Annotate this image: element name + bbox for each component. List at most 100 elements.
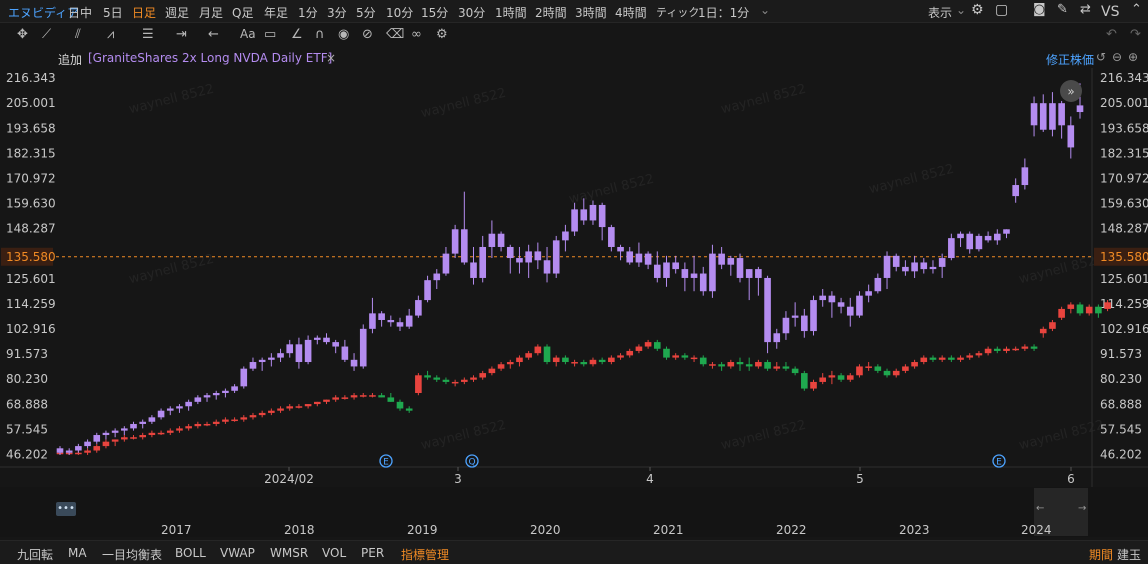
pen-icon[interactable]: ✎ — [1057, 2, 1068, 17]
text-icon[interactable]: Aa — [240, 27, 256, 41]
tf-3hour[interactable]: 3時間 — [575, 4, 607, 21]
add-overlay-button[interactable]: 追加 — [58, 51, 82, 68]
tf-weekly[interactable]: 週足 — [165, 4, 189, 21]
tf-1day-1min[interactable]: 1日：1分 — [698, 4, 749, 21]
tf-3min[interactable]: 3分 — [327, 4, 347, 21]
tf-intraday[interactable]: 日中 — [68, 4, 92, 21]
reset-icon[interactable]: ↺ — [1096, 50, 1106, 64]
tf-tick[interactable]: ティック — [656, 4, 699, 20]
chevron-down-icon[interactable]: ⌄ — [760, 3, 770, 17]
navigator-left-arrow-icon[interactable]: ← — [1036, 503, 1044, 514]
year-label: 2020 — [530, 523, 561, 537]
eye-icon[interactable]: ◉ — [338, 27, 349, 42]
x-tick-label: 5 — [856, 472, 864, 486]
tf-15min[interactable]: 15分 — [421, 4, 448, 21]
nvda-candle-body — [102, 441, 110, 447]
event-marker[interactable]: E — [992, 454, 1006, 468]
chevron-down-icon[interactable]: ⌄ — [956, 3, 966, 17]
fib-icon[interactable]: ☰ — [142, 27, 154, 42]
close-icon[interactable]: × — [326, 51, 336, 65]
navigator-handle[interactable]: ••• — [56, 502, 76, 516]
vs-button[interactable]: VS — [1101, 4, 1119, 20]
nvda-candle-body — [1003, 348, 1010, 351]
tab-open-interest[interactable]: 建玉 — [1117, 546, 1141, 563]
price-chart[interactable]: 216.343 216.343 205.001 205.001 193.658 193.6… — [0, 68, 1148, 487]
tab-vol[interactable]: VOL — [322, 546, 346, 560]
tab-period[interactable]: 期間 — [1089, 546, 1113, 563]
nvda-candle-body — [433, 377, 441, 380]
tf-1hour[interactable]: 1時間 — [495, 4, 527, 21]
adjusted-price-toggle[interactable]: 修正株価 — [1046, 51, 1094, 68]
nvda-candle-body — [1030, 346, 1038, 349]
undo-icon[interactable]: ↶ — [1106, 27, 1117, 42]
nvda-candle-body — [350, 395, 358, 398]
move-icon[interactable]: ✥ — [17, 27, 28, 42]
nvda-candle-body — [653, 342, 661, 349]
navigator-right-arrow-icon[interactable]: → — [1078, 503, 1086, 514]
compare-icon[interactable]: ⇄ — [1080, 2, 1091, 17]
arrow-icon[interactable]: ← — [208, 27, 219, 42]
tf-monthly[interactable]: 月足 — [199, 4, 223, 21]
event-marker[interactable]: E — [379, 454, 393, 468]
note-icon[interactable]: ▭ — [264, 27, 276, 42]
tf-5day[interactable]: 5日 — [103, 4, 123, 21]
tab-per[interactable]: PER — [361, 546, 384, 560]
price-tick-label-left: 193.658 — [6, 121, 56, 135]
magnet-icon[interactable]: ∩ — [315, 27, 325, 42]
tf-yearly[interactable]: 年足 — [264, 4, 288, 21]
redo-icon[interactable]: ↷ — [1130, 27, 1141, 42]
nvdl-candle-body — [690, 273, 698, 278]
tab-nine-turn[interactable]: 九回転 — [17, 546, 53, 563]
nvda-candle-body — [1039, 328, 1047, 334]
nvdl-candle-body — [369, 313, 376, 329]
nvdl-candle-body — [663, 262, 670, 278]
tab-ichimoku[interactable]: 一目均衡表 — [102, 546, 162, 563]
nvdl-candle-body — [773, 333, 781, 343]
nvdl-candle-body — [745, 269, 753, 278]
pattern-icon[interactable]: ⩘ — [107, 27, 114, 42]
expand-icon[interactable]: ⌃ — [1131, 2, 1142, 17]
layout-icon[interactable]: ▢ — [995, 2, 1008, 18]
scroll-latest-button[interactable]: » — [1060, 80, 1082, 102]
zoom-in-icon[interactable]: ⊕ — [1128, 50, 1138, 64]
tf-1min[interactable]: 1分 — [298, 4, 318, 21]
tf-10min[interactable]: 10分 — [386, 4, 413, 21]
nvda-candle-body — [1076, 304, 1084, 314]
tab-boll[interactable]: BOLL — [175, 546, 206, 560]
nvda-candle-body — [883, 370, 891, 376]
nvdl-candle-body — [249, 362, 257, 369]
nvda-candle-body — [93, 446, 101, 451]
tab-vwap[interactable]: VWAP — [220, 546, 255, 560]
tf-daily[interactable]: 日足 — [132, 4, 156, 21]
link-icon[interactable]: ∞ — [411, 27, 422, 42]
trash-icon[interactable]: ⌫ — [386, 27, 404, 42]
nvda-candle-body — [286, 406, 294, 409]
tab-wmsr[interactable]: WMSR — [270, 546, 308, 560]
nvdl-candle-body — [75, 446, 82, 451]
hide-icon[interactable]: ⊘ — [362, 27, 373, 42]
line-icon[interactable]: ⟋ — [42, 27, 51, 42]
nvdl-candle-body — [672, 262, 679, 270]
nvdl-candle-body — [84, 441, 91, 447]
tf-quarterly[interactable]: Q足 — [232, 4, 253, 21]
display-menu[interactable]: 表示 — [928, 4, 952, 21]
nvdl-candle-body — [644, 253, 652, 265]
nvdl-candle-body — [121, 428, 128, 431]
camera-icon[interactable]: ◙ — [1033, 2, 1046, 17]
settings-icon[interactable]: ⚙ — [436, 27, 448, 42]
nvdl-candle-body — [938, 258, 946, 267]
tf-5min[interactable]: 5分 — [356, 4, 376, 21]
channel-icon[interactable]: ⫽ — [75, 27, 81, 42]
angle-icon[interactable]: ∠ — [291, 27, 303, 42]
tf-2hour[interactable]: 2時間 — [535, 4, 567, 21]
zoom-out-icon[interactable]: ⊖ — [1112, 50, 1122, 64]
gear-icon[interactable]: ⚙ — [971, 2, 984, 18]
event-marker[interactable]: Q — [465, 454, 479, 468]
tf-4hour[interactable]: 4時間 — [615, 4, 647, 21]
nvdl-candle-body — [286, 344, 294, 354]
tab-indicator-manager[interactable]: 指標管理 — [401, 546, 449, 563]
nvdl-candle-body — [359, 328, 367, 367]
tf-30min[interactable]: 30分 — [458, 4, 485, 21]
tab-ma[interactable]: MA — [68, 546, 87, 560]
measure-icon[interactable]: ⇥ — [176, 27, 187, 42]
